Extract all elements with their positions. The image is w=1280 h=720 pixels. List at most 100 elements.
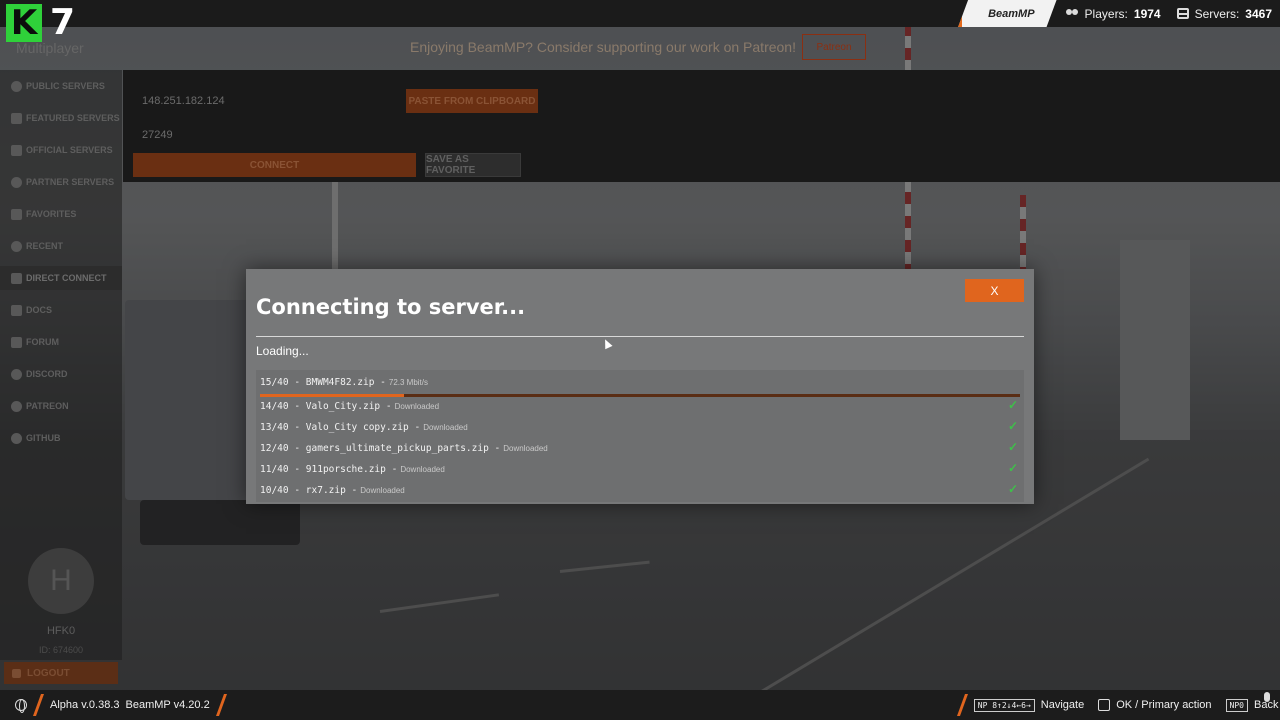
logout-icon — [12, 668, 21, 678]
globe-icon — [11, 176, 22, 188]
sidebar-item-label: Official Servers — [26, 145, 113, 155]
mic-icon — [1264, 692, 1270, 702]
sidebar-item-forum[interactable]: Forum — [0, 330, 122, 354]
channel-badge: K 7 — [6, 4, 75, 42]
version-info: Alpha v.0.38.3 BeamMP v4.20.2 — [15, 690, 227, 720]
sidebar-item-public-servers[interactable]: Public Servers — [0, 74, 122, 98]
download-status: Downloaded — [394, 402, 440, 411]
download-file: 911porsche.zip — [305, 464, 386, 475]
close-button[interactable]: X — [965, 279, 1024, 302]
players-value: 1974 — [1133, 6, 1161, 21]
sidebar-item-featured-servers[interactable]: Featured Servers — [0, 106, 122, 130]
discord-icon — [11, 368, 22, 380]
sidebar-item-label: Recent — [26, 241, 64, 251]
download-list: 15/40 - BMWM4F82.zip - 72.3 Mbit/s 14/40… — [256, 370, 1024, 502]
direct-connect-panel: 148.251.182.124 27249 Paste from clipboa… — [123, 70, 1280, 182]
paste-clipboard-button[interactable]: Paste from clipboard — [406, 89, 538, 113]
servers-count: Servers: 3467 — [1169, 7, 1280, 21]
control-hints: NP 8↑2↓4←6→ Navigate OK / Primary action… — [956, 690, 1280, 720]
sidebar-item-partner-servers[interactable]: Partner Servers — [0, 170, 122, 194]
sidebar-item-patreon[interactable]: Patreon — [0, 394, 122, 418]
check-icon: ✓ — [1007, 461, 1018, 475]
download-speed: 72.3 Mbit/s — [388, 378, 429, 387]
list-item: 10/40 - rx7.zip - Downloaded ✓ — [260, 482, 1018, 496]
download-file: gamers_ultimate_pickup_parts.zip — [305, 443, 489, 454]
people-icon — [1065, 8, 1079, 19]
globe-icon[interactable] — [15, 699, 27, 713]
players-label: Players: — [1084, 6, 1128, 21]
navigate-key: NP 8↑2↓4←6→ — [973, 698, 1035, 712]
sidebar-item-label: Direct Connect — [26, 273, 107, 283]
bottom-bar: Alpha v.0.38.3 BeamMP v4.20.2 NP 8↑2↓4←6… — [0, 690, 1280, 720]
players-count: Players: 1974 — [1057, 7, 1169, 21]
download-index: 10/40 — [260, 485, 289, 496]
list-item: 13/40 - Valo_City copy.zip - Downloaded … — [260, 419, 1018, 433]
patreon-icon — [11, 400, 22, 412]
page-title: Multiplayer — [16, 40, 84, 56]
download-index: 14/40 — [260, 401, 289, 412]
loading-status: Loading... — [256, 344, 309, 358]
divider-slash — [956, 694, 968, 716]
logout-button[interactable]: Logout — [4, 662, 118, 684]
enter-key-icon — [1098, 699, 1111, 711]
check-icon: ✓ — [1007, 419, 1018, 433]
bookmark-icon — [11, 208, 22, 220]
servers-value: 3467 — [1245, 6, 1272, 21]
patreon-button[interactable]: Patreon — [802, 34, 866, 60]
download-file: rx7.zip — [305, 485, 346, 496]
download-status: Downloaded — [423, 423, 468, 432]
sidebar-item-docs[interactable]: Docs — [0, 298, 122, 322]
avatar[interactable]: H — [28, 548, 94, 614]
sidebar-item-favorites[interactable]: Favorites — [0, 202, 122, 226]
connecting-modal: Connecting to server... X Loading... 15/… — [246, 269, 1034, 504]
top-stats: BeamMP Players: 1974 Servers: 3467 — [958, 0, 1280, 27]
download-file: BMWM4F82.zip — [305, 377, 375, 388]
server-icon — [1176, 8, 1189, 19]
sidebar-item-label: Patreon — [26, 401, 69, 411]
github-icon — [11, 432, 22, 444]
list-item: 11/40 - 911porsche.zip - Downloaded ✓ — [260, 461, 1018, 475]
sidebar-item-discord[interactable]: Discord — [0, 362, 122, 386]
ip-input[interactable]: 148.251.182.124 — [142, 95, 225, 107]
sidebar-item-official-servers[interactable]: Official Servers — [0, 138, 122, 162]
navigate-label: Navigate — [1040, 699, 1085, 711]
sidebar-item-label: Docs — [26, 305, 53, 315]
compass-icon — [11, 80, 22, 92]
modal-title: Connecting to server... — [256, 295, 526, 319]
download-index: 13/40 — [260, 422, 289, 433]
port-input[interactable]: 27249 — [142, 129, 173, 141]
sidebar-item-github[interactable]: GitHub — [0, 426, 122, 450]
sidebar-item-label: Partner Servers — [26, 177, 115, 187]
ok-label: OK / Primary action — [1116, 699, 1212, 711]
download-file: Valo_City.zip — [305, 401, 381, 412]
sidebar-item-recent[interactable]: Recent — [0, 234, 122, 258]
chat-icon — [11, 336, 22, 348]
divider-slash — [215, 694, 227, 716]
download-status: Downloaded — [503, 444, 548, 453]
servers-label: Servers: — [1194, 6, 1240, 21]
divider-slash — [32, 694, 45, 716]
save-favorite-button[interactable]: Save as favorite — [425, 153, 521, 177]
sidebar-item-label: Discord — [26, 369, 68, 379]
document-icon — [11, 304, 22, 316]
brand-logo: BeamMP — [958, 0, 1056, 27]
download-status: Downloaded — [360, 486, 405, 495]
connect-button[interactable]: Connect — [133, 153, 416, 177]
check-icon: ✓ — [1007, 482, 1018, 496]
monitor-icon — [11, 144, 22, 156]
sidebar-item-label: Forum — [26, 337, 59, 347]
list-item: 15/40 - BMWM4F82.zip - 72.3 Mbit/s — [256, 372, 1024, 397]
badge-number: 7 — [50, 2, 76, 43]
download-file: Valo_City copy.zip — [305, 422, 409, 433]
download-index: 12/40 — [260, 443, 289, 454]
download-status: Downloaded — [400, 465, 445, 474]
download-index: 15/40 — [260, 377, 289, 388]
sidebar-item-direct-connect[interactable]: Direct Connect — [0, 266, 122, 290]
sidebar-item-label: Favorites — [26, 209, 77, 219]
sidebar-item-label: Public Servers — [26, 81, 105, 91]
star-icon — [11, 112, 22, 124]
check-icon: ✓ — [1007, 440, 1018, 454]
divider — [256, 336, 1024, 337]
username: HFK0 — [46, 625, 76, 637]
check-icon: ✓ — [1007, 398, 1018, 412]
